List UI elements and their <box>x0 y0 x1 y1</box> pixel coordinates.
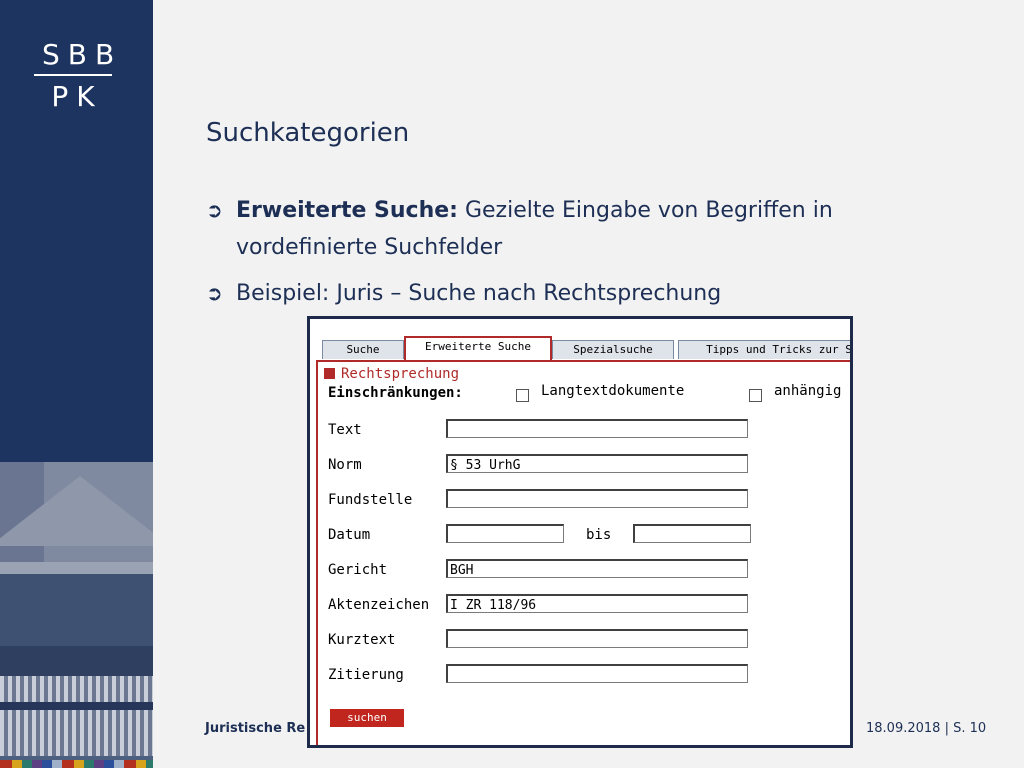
norm-input[interactable]: § 53 UrhG <box>446 454 748 473</box>
section-icon <box>324 368 335 379</box>
aktenzeichen-input[interactable]: I ZR 118/96 <box>446 594 748 613</box>
sbb-pk-logo: SBB PK <box>34 38 123 113</box>
label-aktenzeichen: Aktenzeichen <box>328 597 430 613</box>
footer-date-page: 18.09.2018 | S. 10 <box>866 721 987 736</box>
label-zitierung: Zitierung <box>328 667 404 683</box>
juris-search-screenshot: Suche Erweiterte Suche Spezialsuche Tipp… <box>307 316 853 748</box>
arrow-bullet-icon: ➲ <box>206 198 223 222</box>
checkbox-langtext[interactable] <box>516 389 529 402</box>
gericht-input[interactable]: BGH <box>446 559 748 578</box>
label-kurztext: Kurztext <box>328 632 396 648</box>
slide-title: Suchkategorien <box>206 118 410 148</box>
checkbox-langtext-label: Langtextdokumente <box>541 383 685 399</box>
bullet-1-bold: Erweiterte Suche: <box>236 198 458 223</box>
section-title: Rechtsprechung <box>324 366 459 382</box>
checkbox-anhaengig[interactable] <box>749 389 762 402</box>
datum-from-input[interactable] <box>446 524 564 543</box>
label-gericht: Gericht <box>328 562 388 578</box>
color-stripe <box>0 760 153 768</box>
zitierung-input[interactable] <box>446 664 748 683</box>
bullet-2-text: Beispiel: Juris – Suche nach Rechtsprech… <box>236 281 722 306</box>
logo-line1: SBB <box>42 38 123 71</box>
bullet-2: ➲ Beispiel: Juris – Suche nach Rechtspre… <box>206 275 966 312</box>
logo-rule <box>34 74 112 76</box>
label-fundstelle: Fundstelle <box>328 492 413 508</box>
footer-title: Juristische Re <box>205 721 306 736</box>
label-bis: bis <box>586 527 612 543</box>
sidebar: SBB PK <box>0 0 153 768</box>
tab-suche[interactable]: Suche <box>322 340 404 359</box>
text-input[interactable] <box>446 419 748 438</box>
search-button[interactable]: suchen <box>330 709 404 727</box>
search-tabs: Suche Erweiterte Suche Spezialsuche Tipp… <box>322 336 850 361</box>
kurztext-input[interactable] <box>446 629 748 648</box>
label-datum: Datum <box>328 527 371 543</box>
checkbox-anhaengig-label: anhängig <box>774 383 842 399</box>
building-photo <box>0 462 153 768</box>
restrictions-label: Einschränkungen: <box>328 385 463 401</box>
bullet-1: ➲ Erweiterte Suche: Gezielte Eingabe von… <box>206 192 966 266</box>
logo-line2: PK <box>51 80 103 113</box>
tab-erweiterte-suche[interactable]: Erweiterte Suche <box>404 336 552 361</box>
tab-spezialsuche[interactable]: Spezialsuche <box>552 340 674 359</box>
arrow-bullet-icon: ➲ <box>206 281 223 305</box>
label-text: Text <box>328 422 362 438</box>
datum-to-input[interactable] <box>633 524 751 543</box>
fundstelle-input[interactable] <box>446 489 748 508</box>
tab-tipps-und-tricks[interactable]: Tipps und Tricks zur S <box>678 340 850 359</box>
label-norm: Norm <box>328 457 362 473</box>
